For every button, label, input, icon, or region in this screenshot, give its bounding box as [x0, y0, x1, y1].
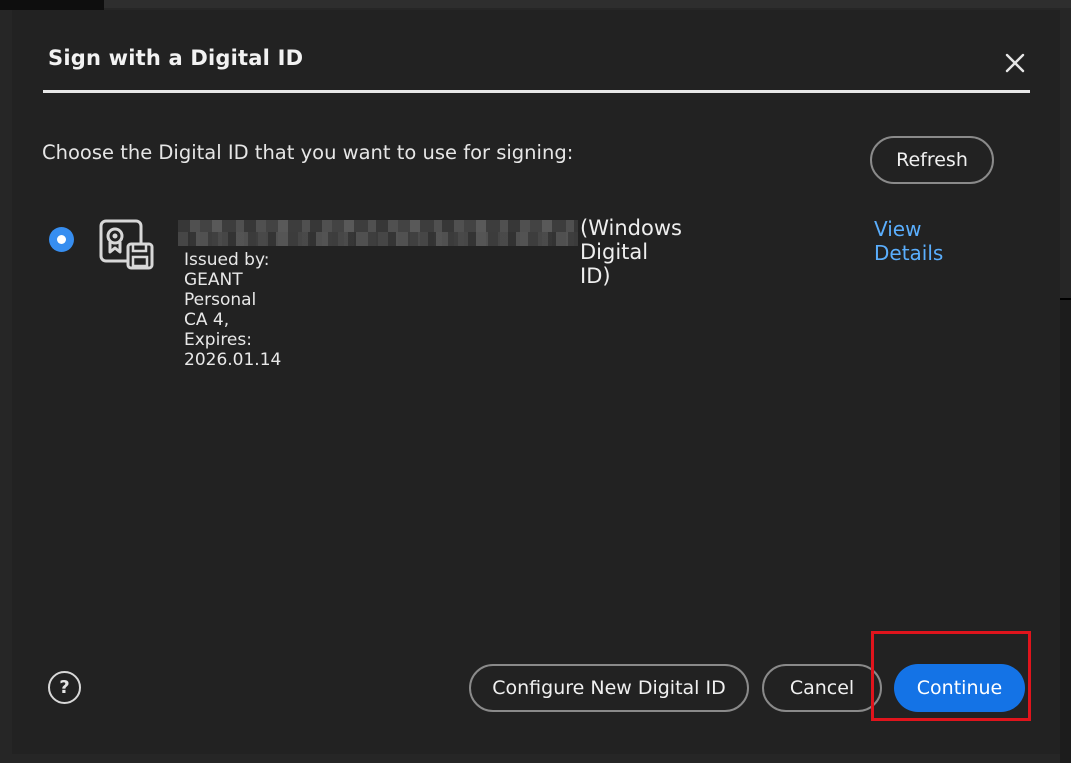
help-icon: ?: [59, 677, 70, 698]
digital-id-radio[interactable]: [49, 227, 74, 252]
backdrop-top-strip: [104, 0, 1071, 8]
digital-id-type: (Windows Digital ID): [580, 216, 682, 288]
continue-highlight-box: [871, 631, 1031, 721]
title-divider: [43, 90, 1030, 93]
cancel-button[interactable]: Cancel: [762, 664, 882, 712]
redacted-id-name: [178, 220, 578, 246]
radio-selected-dot: [57, 235, 66, 244]
close-icon: [1005, 53, 1025, 73]
choose-id-prompt: Choose the Digital ID that you want to u…: [42, 141, 574, 164]
view-details-link[interactable]: View Details: [874, 217, 943, 265]
configure-new-id-button[interactable]: Configure New Digital ID: [469, 664, 749, 712]
dialog-title: Sign with a Digital ID: [48, 46, 304, 70]
refresh-button[interactable]: Refresh: [870, 136, 994, 184]
certificate-icon: [99, 219, 154, 270]
digital-id-issuer: Issued by: GEANT Personal CA 4, Expires:…: [184, 250, 282, 370]
help-button[interactable]: ?: [48, 671, 81, 704]
close-button[interactable]: [1000, 48, 1030, 78]
backdrop-dark-strip: [0, 0, 104, 10]
backdrop-right-panel: [1060, 300, 1071, 763]
